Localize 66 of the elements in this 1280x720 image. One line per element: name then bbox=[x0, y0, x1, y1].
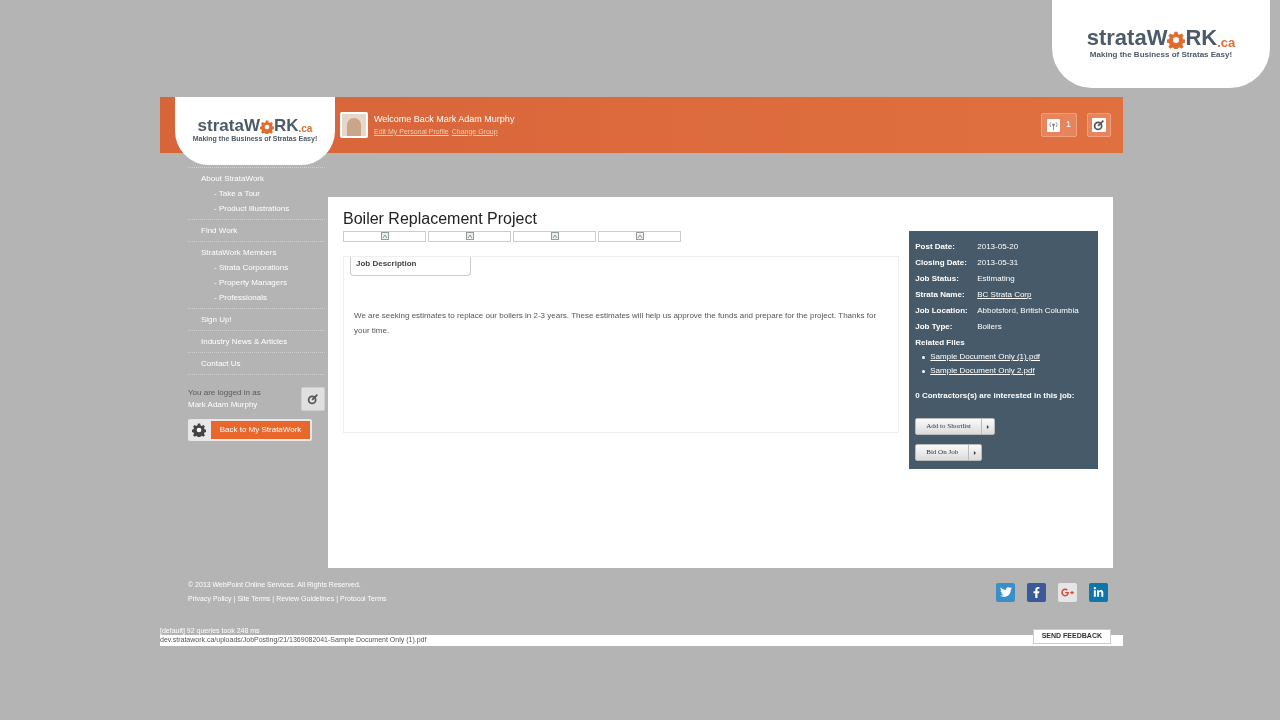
google-plus-icon[interactable] bbox=[1058, 582, 1077, 602]
detail-value: Abbotsford, British Columbia bbox=[977, 305, 1079, 317]
image-tab[interactable] bbox=[343, 231, 426, 242]
broken-image-icon bbox=[465, 232, 474, 240]
target-icon bbox=[1092, 118, 1106, 132]
logo-text: W bbox=[1146, 27, 1168, 49]
detail-value: 2013-05-31 bbox=[977, 257, 1019, 269]
detail-value: Estimating bbox=[977, 273, 1015, 285]
gear-icon bbox=[1167, 31, 1186, 49]
logo-text: W bbox=[243, 117, 260, 135]
detail-value: Boilers bbox=[977, 321, 1002, 333]
detail-label: Job Type: bbox=[915, 321, 954, 333]
job-title: Boiler Replacement Project bbox=[343, 209, 538, 229]
sidebar-link[interactable]: - Take a Tour bbox=[188, 186, 325, 201]
image-tab[interactable] bbox=[513, 231, 596, 242]
linkedin-icon[interactable] bbox=[1089, 582, 1108, 602]
profile-button[interactable] bbox=[301, 387, 325, 411]
welcome-text: Welcome Back Mark Adam Murphy bbox=[374, 113, 515, 126]
logo-text: .ca bbox=[298, 124, 313, 135]
related-files-label: Related Files bbox=[915, 336, 966, 349]
image-tab[interactable] bbox=[598, 231, 681, 242]
broken-image-icon bbox=[380, 232, 389, 240]
sidebar-link[interactable]: Contact Us bbox=[188, 356, 325, 371]
sidebar-link[interactable]: Industry News & Articles bbox=[188, 334, 325, 349]
file-link[interactable]: Sample Document Only (1).pdf bbox=[930, 351, 1041, 363]
facebook-icon[interactable] bbox=[1027, 582, 1046, 602]
gear-icon bbox=[259, 120, 274, 135]
twitter-icon[interactable] bbox=[996, 582, 1015, 602]
logo-text: strata bbox=[197, 117, 244, 135]
sidebar-link[interactable]: Find Work bbox=[188, 223, 325, 238]
avatar bbox=[340, 112, 368, 138]
gear-icon bbox=[192, 423, 206, 437]
target-icon bbox=[306, 392, 320, 406]
sidebar-link[interactable]: Sign Up! bbox=[188, 312, 325, 327]
caret-icon bbox=[984, 423, 991, 430]
detail-label: Post Date: bbox=[915, 241, 956, 253]
detail-value: 2013-05-20 bbox=[977, 241, 1019, 253]
logo-text: RK bbox=[1185, 27, 1218, 49]
detail-label: Job Status: bbox=[915, 273, 960, 285]
sidebar-link[interactable]: - Strata Corporations bbox=[188, 260, 325, 275]
signal-icon bbox=[1047, 118, 1060, 132]
logged-in-text: You are logged in as bbox=[188, 387, 261, 399]
detail-label: Job Location: bbox=[915, 305, 969, 317]
logo-text: RK bbox=[273, 117, 299, 135]
file-link[interactable]: Sample Document Only 2.pdf bbox=[930, 365, 1035, 377]
sidebar-link[interactable]: - Professionals bbox=[188, 290, 325, 305]
sidebar-link[interactable]: StrataWork Members bbox=[188, 245, 325, 260]
detail-link[interactable]: BC Strata Corp bbox=[977, 289, 1032, 301]
broken-image-icon bbox=[635, 232, 644, 240]
image-tab[interactable] bbox=[428, 231, 511, 242]
back-button[interactable]: Back to My StrataWork bbox=[188, 419, 312, 441]
detail-label: Closing Date: bbox=[915, 257, 968, 269]
section-tab[interactable]: Job Description bbox=[350, 257, 471, 276]
sidebar-link[interactable]: About StrataWork bbox=[188, 171, 325, 186]
notifications-button[interactable]: 1 bbox=[1041, 113, 1077, 137]
detail-label: Strata Name: bbox=[915, 289, 966, 301]
broken-image-icon bbox=[550, 232, 559, 240]
user-name: Mark Adam Murphy bbox=[188, 399, 259, 411]
sidebar-link[interactable]: - Product Illustrations bbox=[188, 201, 325, 216]
sidebar-link[interactable]: - Property Managers bbox=[188, 275, 325, 290]
logo-text: .ca bbox=[1217, 36, 1236, 49]
interest-text: 0 Contractors(s) are interested in this job: bbox=[915, 390, 1076, 402]
settings-button[interactable] bbox=[1087, 113, 1111, 137]
logo-tagline: Making the Business of Stratas Easy! bbox=[1089, 49, 1233, 61]
job-description: We are seeking estimates to replace our boilers in 2-3 years. These estimates will help us approve the funds and prepare for the project. Thanks for your time. bbox=[353, 310, 878, 337]
logo-text: strata bbox=[1086, 27, 1147, 49]
